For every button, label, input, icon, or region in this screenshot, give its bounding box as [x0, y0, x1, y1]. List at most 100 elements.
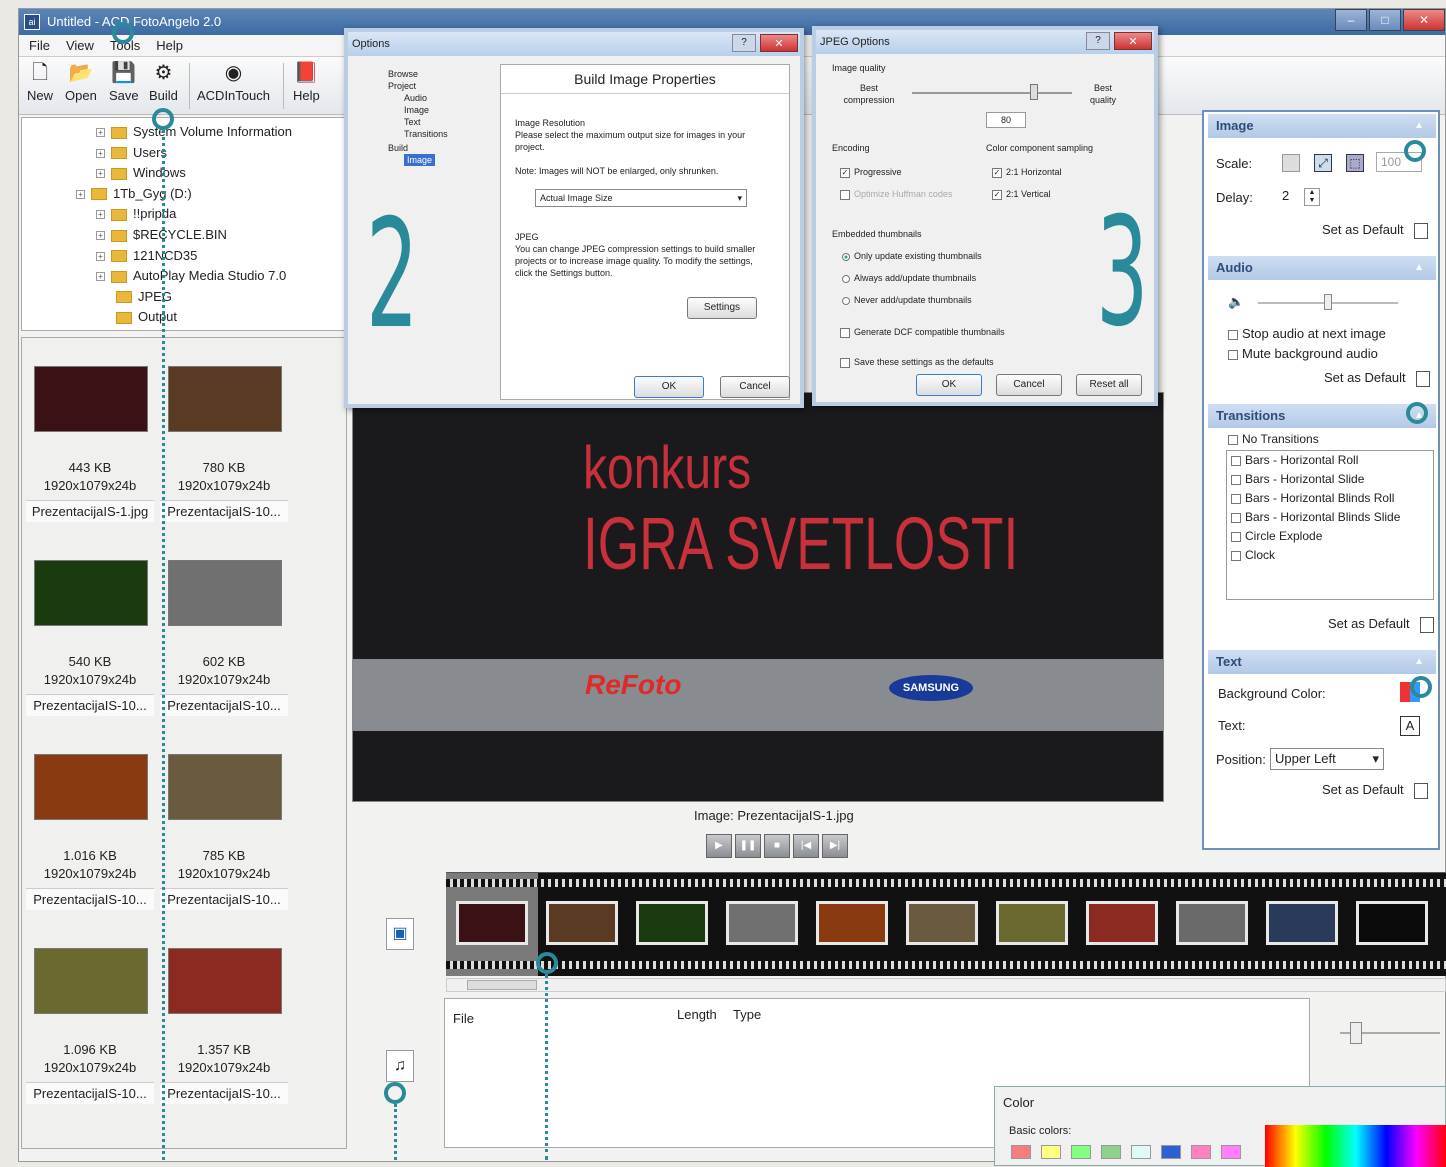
color-swatch[interactable] [1011, 1145, 1031, 1159]
dcf-checkbox[interactable]: Generate DCF compatible thumbnails [840, 326, 1005, 338]
thumbnail-item[interactable]: 1.096 KB 1920x1079x24b PrezentacijaIS-10..… [26, 922, 154, 1110]
jpeg-ok-button[interactable]: OK [916, 374, 982, 396]
audio-section-header[interactable]: Audio ▲ [1208, 256, 1436, 280]
quality-slider-track[interactable] [912, 92, 1072, 94]
expand-icon[interactable]: + [96, 272, 105, 282]
help-question-icon[interactable]: ? [732, 34, 756, 52]
menu-file[interactable]: File [29, 35, 50, 56]
expand-icon[interactable]: + [96, 251, 105, 261]
color-swatch[interactable] [1161, 1145, 1181, 1159]
speaker-icon[interactable]: 🔈 [1228, 294, 1244, 310]
options-tree-transitions[interactable]: Transitions [404, 128, 448, 140]
acdintouch-button[interactable]: ◉ ACDInTouch [197, 61, 270, 103]
pause-button[interactable]: ❚❚ [735, 834, 761, 858]
position-select[interactable]: Upper Left ▾ [1270, 748, 1384, 770]
color-swatch[interactable] [1221, 1145, 1241, 1159]
filmstrip-frame[interactable] [636, 901, 708, 945]
resolution-select[interactable]: Actual Image Size ▾ [535, 189, 747, 207]
audio-set-default[interactable]: Set as Default [1324, 370, 1430, 387]
transition-checkbox[interactable] [1231, 474, 1241, 485]
options-tree-browse[interactable]: Browse [388, 68, 418, 80]
filmstrip-frame[interactable] [906, 901, 978, 945]
optimize-checkbox[interactable]: Optimize Huffman codes [840, 188, 952, 200]
column-type[interactable]: Type [733, 1007, 761, 1022]
settings-button[interactable]: Settings [687, 297, 757, 319]
volume-slider-handle[interactable] [1324, 294, 1332, 310]
column-length[interactable]: Length [677, 1007, 717, 1022]
column-file[interactable]: File [453, 1011, 474, 1026]
vertical-checkbox[interactable]: ✓ 2:1 Vertical [992, 188, 1051, 200]
scrollbar-thumb[interactable] [467, 980, 537, 990]
transition-checkbox[interactable] [1231, 455, 1241, 466]
expand-icon[interactable]: + [96, 128, 105, 138]
tree-item[interactable]: + Users [96, 143, 167, 163]
build-button[interactable]: ⚙ Build [149, 61, 178, 103]
radio-never-add[interactable]: Never add/update thumbnails [842, 294, 972, 306]
tree-item[interactable]: + Windows [96, 163, 186, 183]
color-swatch[interactable] [1101, 1145, 1121, 1159]
expand-icon[interactable]: + [96, 148, 105, 158]
options-tree-audio[interactable]: Audio [404, 92, 427, 104]
options-tree-image[interactable]: Image [404, 104, 429, 116]
options-close-button[interactable]: ✕ [760, 34, 798, 52]
options-tree-text[interactable]: Text [404, 116, 421, 128]
image-set-default[interactable]: Set as Default [1322, 222, 1428, 239]
jpeg-cancel-button[interactable]: Cancel [996, 374, 1062, 396]
image-section-header[interactable]: Image ▲ [1208, 114, 1436, 138]
filmstrip-frame[interactable] [726, 901, 798, 945]
collapse-icon[interactable]: ▲ [1414, 114, 1424, 138]
color-spectrum[interactable] [1265, 1125, 1446, 1167]
scale-fit-icon[interactable] [1282, 154, 1300, 172]
help-button[interactable]: 📕 Help [293, 61, 320, 103]
save-defaults-checkbox[interactable]: Save these settings as the defaults [840, 356, 994, 368]
tree-item[interactable]: +121NCD35 [96, 246, 197, 266]
filmstrip-frame[interactable] [816, 901, 888, 945]
maximize-button[interactable]: □ [1369, 9, 1401, 31]
transitions-section-header[interactable]: Transitions ▲ [1208, 404, 1436, 428]
close-button[interactable]: ✕ [1403, 9, 1445, 31]
transitions-list[interactable]: Bars - Horizontal Roll Bars - Horizontal … [1226, 450, 1434, 600]
progressive-checkbox[interactable]: ✓ Progressive [840, 166, 902, 178]
scale-custom-icon[interactable]: ⬚ [1346, 154, 1364, 172]
new-button[interactable]: 🗋 New [27, 61, 53, 103]
transition-item[interactable]: Bars - Horizontal Blinds Slide [1227, 508, 1433, 527]
open-button[interactable]: 📂 Open [65, 61, 97, 103]
transition-checkbox[interactable] [1231, 512, 1241, 523]
menu-help[interactable]: Help [156, 35, 183, 56]
color-swatch[interactable] [1131, 1145, 1151, 1159]
transition-item[interactable]: Bars - Horizontal Roll [1227, 451, 1433, 470]
horizontal-checkbox[interactable]: ✓ 2:1 Horizontal [992, 166, 1062, 178]
previous-button[interactable]: |◀ [793, 834, 819, 858]
reset-all-button[interactable]: Reset all [1076, 374, 1142, 396]
jpeg-close-button[interactable]: ✕ [1114, 32, 1152, 50]
no-transitions-checkbox[interactable]: No Transitions [1228, 432, 1319, 446]
filmstrip-frame[interactable] [1086, 901, 1158, 945]
transition-item[interactable]: Bars - Horizontal Slide [1227, 470, 1433, 489]
stop-button[interactable]: ■ [764, 834, 790, 858]
mute-audio-checkbox[interactable]: Mute background audio [1228, 346, 1378, 361]
transition-item[interactable]: Bars - Horizontal Blinds Roll [1227, 489, 1433, 508]
transitions-set-default[interactable]: Set as Default [1328, 616, 1434, 633]
thumbnail-item[interactable]: 780 KB 1920x1079x24b PrezentacijaIS-10... [160, 340, 288, 528]
tree-item[interactable]: +1Tb_Gyg (D:) [76, 184, 192, 204]
expand-icon[interactable]: + [96, 169, 105, 179]
color-swatch[interactable] [1041, 1145, 1061, 1159]
options-tree-build-image[interactable]: Image [404, 154, 436, 166]
filmstrip-frame[interactable] [996, 901, 1068, 945]
minimize-button[interactable]: – [1335, 9, 1367, 31]
filmstrip-scrollbar[interactable] [446, 978, 1446, 992]
collapse-icon[interactable]: ▲ [1414, 256, 1424, 280]
filmstrip-frame[interactable] [546, 901, 618, 945]
collapse-icon[interactable]: ▲ [1414, 650, 1424, 674]
text-set-default[interactable]: Set as Default [1322, 782, 1428, 799]
tree-item[interactable]: + AutoPlay Media Studio 7.0 [96, 266, 286, 286]
radio-always-add[interactable]: Always add/update thumbnails [842, 272, 976, 284]
options-tree-build[interactable]: Build [388, 142, 408, 154]
menu-view[interactable]: View [66, 35, 94, 56]
scale-fill-icon[interactable]: ⤢ [1314, 154, 1332, 172]
text-section-header[interactable]: Text ▲ [1208, 650, 1436, 674]
filmstrip-frame[interactable] [1266, 901, 1338, 945]
add-audio-icon[interactable]: ♫ [386, 1050, 414, 1082]
transition-item[interactable]: Circle Explode [1227, 527, 1433, 546]
expand-icon[interactable]: + [76, 189, 85, 199]
